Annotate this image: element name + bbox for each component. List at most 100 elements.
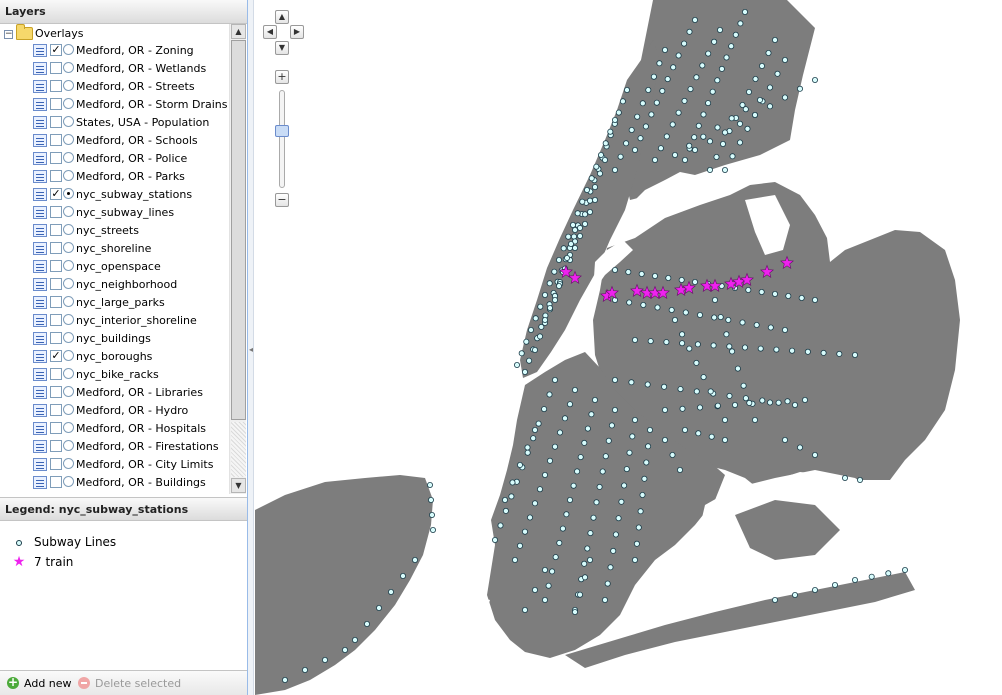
subway-station-marker[interactable] xyxy=(700,374,707,381)
add-new-button[interactable]: Add new xyxy=(7,674,72,692)
subway-station-marker[interactable] xyxy=(637,508,644,515)
subway-station-marker[interactable] xyxy=(638,270,645,277)
subway-station-marker[interactable] xyxy=(586,557,593,564)
subway-station-marker[interactable] xyxy=(526,357,533,364)
subway-station-marker[interactable] xyxy=(611,406,618,413)
layer-row[interactable]: Medford, OR - Streets xyxy=(0,78,229,96)
layer-visibility-checkbox[interactable] xyxy=(50,476,62,488)
subway-station-marker[interactable] xyxy=(376,605,383,612)
subway-station-marker[interactable] xyxy=(574,210,581,217)
layer-select-radio[interactable] xyxy=(63,260,74,271)
subway-station-marker[interactable] xyxy=(571,386,578,393)
subway-station-marker[interactable] xyxy=(605,437,612,444)
subway-station-marker[interactable] xyxy=(705,50,712,57)
layer-legend-icon[interactable] xyxy=(33,134,47,147)
layer-legend-icon[interactable] xyxy=(33,206,47,219)
subway-station-marker[interactable] xyxy=(739,319,746,326)
subway-station-marker[interactable] xyxy=(541,316,548,323)
layer-visibility-checkbox[interactable] xyxy=(50,134,62,146)
subway-station-marker[interactable] xyxy=(637,135,644,142)
subway-station-marker[interactable] xyxy=(625,268,632,275)
subway-station-marker[interactable] xyxy=(302,667,309,674)
layer-legend-icon[interactable] xyxy=(33,278,47,291)
subway-station-marker[interactable] xyxy=(728,115,735,122)
subway-station-marker[interactable] xyxy=(546,280,553,287)
subway-station-marker[interactable] xyxy=(581,211,588,218)
subway-station-marker[interactable] xyxy=(804,348,811,355)
layer-select-radio[interactable] xyxy=(63,206,74,217)
subway-station-marker[interactable] xyxy=(577,454,584,461)
subway-station-marker[interactable] xyxy=(590,514,597,521)
subway-station-marker[interactable] xyxy=(591,396,598,403)
subway-station-marker[interactable] xyxy=(645,87,652,94)
panel-splitter[interactable]: ◂ xyxy=(248,0,254,695)
layer-legend-icon[interactable] xyxy=(33,170,47,183)
layer-select-radio[interactable] xyxy=(63,134,74,145)
subway-station-marker[interactable] xyxy=(665,274,672,281)
subway-station-marker[interactable] xyxy=(556,429,563,436)
layer-visibility-checkbox[interactable] xyxy=(50,368,62,380)
subway-station-marker[interactable] xyxy=(565,233,572,240)
subway-station-marker[interactable] xyxy=(742,395,749,402)
pan-up-button[interactable]: ▲ xyxy=(275,10,289,24)
subway-station-marker[interactable] xyxy=(745,89,752,96)
subway-station-marker[interactable] xyxy=(745,286,752,293)
subway-station-marker[interactable] xyxy=(535,420,542,427)
subway-station-marker[interactable] xyxy=(591,184,598,191)
subway-station-marker[interactable] xyxy=(631,146,638,153)
subway-station-marker[interactable] xyxy=(526,514,533,521)
layer-select-radio[interactable] xyxy=(63,44,74,55)
subway-station-marker[interactable] xyxy=(708,433,715,440)
subway-station-marker[interactable] xyxy=(669,451,676,458)
subway-station-marker[interactable] xyxy=(797,444,804,451)
subway-station-marker[interactable] xyxy=(812,451,819,458)
subway-station-marker[interactable] xyxy=(671,316,678,323)
subway-station-marker[interactable] xyxy=(581,439,588,446)
subway-station-marker[interactable] xyxy=(857,476,864,483)
layer-select-radio[interactable] xyxy=(63,98,74,109)
subway-station-marker[interactable] xyxy=(681,156,688,163)
subway-station-marker[interactable] xyxy=(668,306,675,313)
subway-station-marker[interactable] xyxy=(571,226,578,233)
subway-station-marker[interactable] xyxy=(651,272,658,279)
subway-station-marker[interactable] xyxy=(631,557,638,564)
subway-station-marker[interactable] xyxy=(560,245,567,252)
subway-station-marker[interactable] xyxy=(593,163,600,170)
subway-station-marker[interactable] xyxy=(721,416,728,423)
layer-visibility-checkbox[interactable] xyxy=(50,278,62,290)
subway-station-marker[interactable] xyxy=(521,607,528,614)
layer-legend-icon[interactable] xyxy=(33,260,47,273)
subway-station-marker[interactable] xyxy=(645,443,652,450)
subway-station-marker[interactable] xyxy=(663,133,670,140)
subway-station-marker[interactable] xyxy=(719,140,726,147)
subway-station-marker[interactable] xyxy=(541,597,548,604)
subway-station-marker[interactable] xyxy=(713,153,720,160)
subway-station-marker[interactable] xyxy=(552,554,559,561)
subway-station-marker[interactable] xyxy=(772,290,779,297)
subway-station-marker[interactable] xyxy=(710,342,717,349)
layer-row[interactable]: nyc_bike_racks xyxy=(0,366,229,384)
subway-station-marker[interactable] xyxy=(602,453,609,460)
subway-station-marker[interactable] xyxy=(675,109,682,116)
subway-station-marker[interactable] xyxy=(602,140,609,147)
subway-station-marker[interactable] xyxy=(615,109,622,116)
subway-station-marker[interactable] xyxy=(741,8,748,15)
subway-station-marker[interactable] xyxy=(751,112,758,119)
layer-visibility-checkbox[interactable] xyxy=(50,422,62,434)
subway-station-marker[interactable] xyxy=(682,309,689,316)
layer-visibility-checkbox[interactable] xyxy=(50,170,62,182)
layer-legend-icon[interactable] xyxy=(33,188,47,201)
subway-station-marker[interactable] xyxy=(774,70,781,77)
subway-station-marker[interactable] xyxy=(691,134,698,141)
layer-visibility-checkbox[interactable] xyxy=(50,332,62,344)
subway-station-marker[interactable] xyxy=(516,461,523,468)
scroll-track[interactable] xyxy=(231,422,246,477)
subway-station-marker[interactable] xyxy=(576,591,583,598)
subway-station-marker[interactable] xyxy=(342,647,349,654)
layer-select-radio[interactable] xyxy=(63,296,74,307)
subway-station-marker[interactable] xyxy=(579,198,586,205)
subway-station-marker[interactable] xyxy=(753,321,760,328)
subway-station-marker[interactable] xyxy=(628,127,635,134)
subway-station-marker[interactable] xyxy=(714,402,721,409)
subway-station-marker[interactable] xyxy=(696,311,703,318)
